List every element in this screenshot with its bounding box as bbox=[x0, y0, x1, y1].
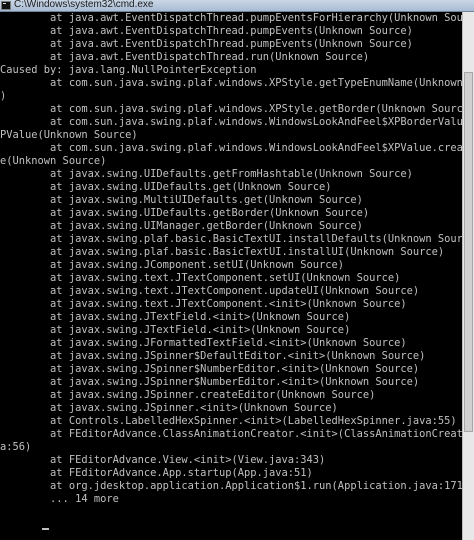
console-line: at javax.swing.text.JTextComponent.setUI… bbox=[0, 272, 401, 284]
console-line: at javax.swing.JTextField.<init>(Unknown… bbox=[0, 324, 351, 336]
vertical-scrollbar[interactable] bbox=[462, 12, 474, 540]
console-line: at javax.swing.JSpinner.<init>(Unknown S… bbox=[0, 402, 338, 414]
console-line: at javax.swing.JSpinner$NumberEditor.<in… bbox=[0, 376, 420, 388]
console-line: at javax.swing.JComponent.setUI(Unknown … bbox=[0, 259, 345, 271]
console-line: at com.sun.java.swing.plaf.windows.Windo… bbox=[0, 116, 462, 128]
title-bar[interactable]: C:\Windows\system32\cmd.exe bbox=[0, 0, 474, 12]
console-line: at javax.swing.UIDefaults.getFromHashtab… bbox=[0, 168, 413, 180]
console-line: at java.awt.EventDispatchThread.pumpEven… bbox=[0, 25, 413, 37]
console-line: ... 14 more bbox=[0, 493, 119, 505]
console-line: at javax.swing.UIManager.getBorder(Unkno… bbox=[0, 220, 363, 232]
console-line: at com.sun.java.swing.plaf.windows.XPSty… bbox=[0, 103, 462, 115]
console-window: C:\Windows\system32\cmd.exe at java.awt.… bbox=[0, 0, 474, 540]
console-line: at javax.swing.JSpinner$NumberEditor.<in… bbox=[0, 363, 420, 375]
console-line: at java.awt.EventDispatchThread.run(Unkn… bbox=[0, 51, 370, 63]
console-line: at FEditorAdvance.View.<init>(View.java:… bbox=[0, 454, 326, 466]
console-output[interactable]: at java.awt.EventDispatchThread.pumpEven… bbox=[0, 12, 462, 540]
console-line: at com.sun.java.swing.plaf.windows.Windo… bbox=[0, 142, 462, 154]
console-line: at javax.swing.UIDefaults.get(Unknown So… bbox=[0, 181, 332, 193]
console-line: ) bbox=[0, 90, 7, 102]
scrollbar-thumb[interactable] bbox=[464, 72, 473, 432]
console-line: at javax.swing.plaf.basic.BasicTextUI.in… bbox=[0, 246, 445, 258]
console-line: at FEditorAdvance.ClassAnimationCreator.… bbox=[0, 428, 462, 440]
console-line: at FEditorAdvance.App.startup(App.java:5… bbox=[0, 467, 313, 479]
console-line: at Controls.LabelledHexSpinner.<init>(La… bbox=[0, 415, 457, 427]
console-line: PValue(Unknown Source) bbox=[0, 129, 138, 141]
console-line: at javax.swing.JSpinner.createEditor(Unk… bbox=[0, 389, 376, 401]
cmd-icon[interactable] bbox=[1, 1, 11, 10]
console-line: at org.jdesktop.application.Application$… bbox=[0, 480, 462, 492]
text-cursor bbox=[42, 528, 49, 530]
console-line: at javax.swing.JSpinner$DefaultEditor.<i… bbox=[0, 350, 426, 362]
console-line: at javax.swing.MultiUIDefaults.get(Unkno… bbox=[0, 194, 363, 206]
window-title: C:\Windows\system32\cmd.exe bbox=[14, 0, 154, 10]
console-line: a:56) bbox=[0, 441, 32, 453]
console-line: at java.awt.EventDispatchThread.pumpEven… bbox=[0, 12, 462, 24]
console-line: at com.sun.java.swing.plaf.windows.XPSty… bbox=[0, 77, 462, 89]
console-line: at java.awt.EventDispatchThread.pumpEven… bbox=[0, 38, 413, 50]
console-line: at javax.swing.JTextField.<init>(Unknown… bbox=[0, 311, 351, 323]
console-line: Caused by: java.lang.NullPointerExceptio… bbox=[0, 64, 257, 76]
console-line: at javax.swing.plaf.basic.BasicTextUI.in… bbox=[0, 233, 462, 245]
console-line: at javax.swing.text.JTextComponent.<init… bbox=[0, 298, 407, 310]
console-line: e(Unknown Source) bbox=[0, 155, 107, 167]
console-line: at javax.swing.UIDefaults.getBorder(Unkn… bbox=[0, 207, 370, 219]
console-line: at javax.swing.JFormattedTextField.<init… bbox=[0, 337, 407, 349]
console-line: at javax.swing.text.JTextComponent.updat… bbox=[0, 285, 420, 297]
